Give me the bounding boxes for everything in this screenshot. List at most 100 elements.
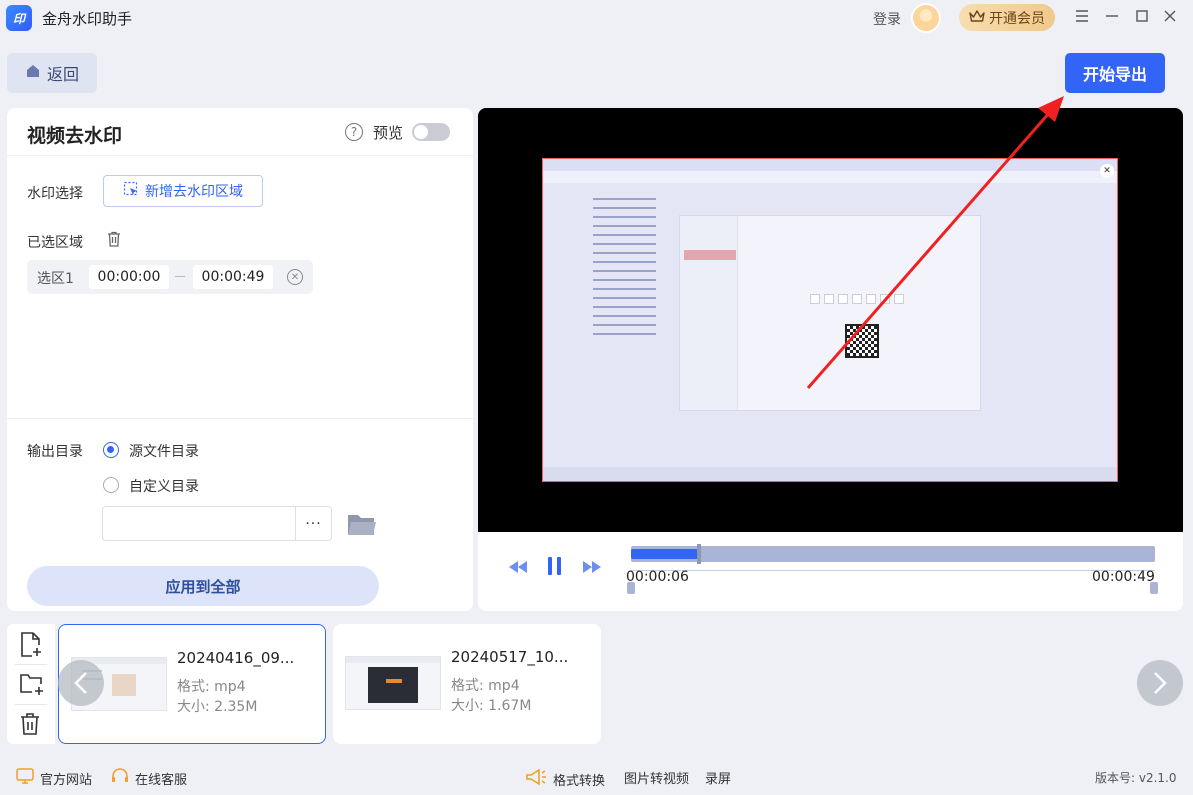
frame-dialog: [679, 215, 981, 411]
frame-taskbar: [543, 467, 1117, 481]
delete-icon[interactable]: [19, 712, 41, 740]
browse-more-button[interactable]: ···: [295, 507, 331, 540]
file-format: 格式: mp4: [451, 678, 520, 694]
source-dir-label: 源文件目录: [129, 444, 199, 460]
vip-button[interactable]: 开通会员: [959, 4, 1055, 31]
maximize-icon[interactable]: [1132, 6, 1152, 26]
divider: [7, 418, 473, 419]
watermark-settings-panel: 视频去水印 ? 预览 水印选择 新增去水印区域 已选区域 选区1 00:00:0…: [7, 108, 473, 611]
preview-toggle[interactable]: [412, 123, 450, 141]
divider: [15, 704, 47, 705]
player-controls: 00:00:06 00:00:49: [478, 532, 1183, 611]
source-dir-radio[interactable]: [103, 442, 119, 458]
range-separator: [175, 276, 185, 277]
add-file-icon[interactable]: [19, 632, 43, 662]
help-icon[interactable]: ?: [345, 123, 363, 141]
back-button-label: 返回: [46, 65, 79, 84]
qr-code-icon: [845, 324, 879, 358]
folder-icon[interactable]: [347, 511, 377, 541]
scroll-left-icon[interactable]: [58, 660, 104, 706]
scroll-right-icon[interactable]: [1137, 660, 1183, 706]
frame-code-row: [810, 294, 904, 304]
online-service-link[interactable]: 在线客服: [111, 768, 187, 788]
add-region-button[interactable]: 新增去水印区域: [103, 175, 263, 207]
timeline-handle[interactable]: [697, 544, 701, 564]
range-end-pin[interactable]: [1150, 582, 1158, 594]
remove-region-icon[interactable]: ✕: [287, 269, 303, 285]
image-to-video-label: 图片转视频: [624, 772, 690, 787]
custom-dir-label: 自定义目录: [129, 479, 199, 495]
version-label: 版本号: v2.1.0: [1095, 771, 1177, 785]
select-region-icon: [123, 181, 139, 201]
file-name: 20240517_10...: [451, 648, 569, 666]
region-name: 选区1: [37, 271, 74, 287]
monitor-icon: [16, 768, 34, 788]
file-card[interactable]: 20240517_10... 格式: mp4 大小: 1.67M: [333, 624, 601, 744]
timeline-base: [631, 570, 1155, 571]
file-list: 20240416_09... 格式: mp4 大小: 2.35M 2024051…: [55, 624, 1183, 744]
add-region-label: 新增去水印区域: [145, 184, 243, 200]
divider: [15, 664, 47, 665]
range-start-pin[interactable]: [627, 582, 635, 594]
divider: [7, 155, 473, 156]
custom-dir-radio[interactable]: [103, 477, 119, 493]
minimize-icon[interactable]: [1102, 6, 1122, 26]
login-link[interactable]: 登录: [873, 9, 901, 29]
file-name: 20240416_09...: [177, 649, 295, 667]
rewind-icon[interactable]: [508, 560, 528, 578]
title-bar: 印 金舟水印助手 登录 开通会员: [0, 0, 1193, 36]
panel-title: 视频去水印: [27, 125, 123, 147]
video-canvas[interactable]: ✕: [478, 108, 1183, 532]
headset-icon: [111, 768, 129, 788]
frame-search-results: [593, 191, 683, 342]
add-folder-icon[interactable]: [19, 672, 45, 700]
format-convert-label: 格式转换: [553, 773, 606, 789]
app-title: 金舟水印助手: [42, 10, 133, 28]
region-row[interactable]: 选区1 00:00:00 00:00:49 ✕: [27, 260, 313, 294]
avatar[interactable]: [911, 3, 941, 33]
apply-all-button[interactable]: 应用到全部: [27, 566, 379, 606]
screen-record-link[interactable]: 录屏: [705, 768, 731, 787]
output-dir-label: 输出目录: [27, 444, 83, 460]
timeline-track[interactable]: [631, 546, 1155, 562]
image-to-video-link[interactable]: 图片转视频: [624, 768, 689, 787]
megaphone-icon: [525, 768, 547, 790]
official-site-label: 官方网站: [40, 772, 93, 788]
frame-dialog-sidebar: [680, 216, 738, 410]
video-preview-panel: ✕ 00:00:06 00:00:49: [478, 108, 1183, 611]
pause-icon[interactable]: [547, 556, 563, 580]
selected-regions-label: 已选区域: [27, 235, 83, 251]
crown-icon: [969, 9, 985, 27]
online-service-label: 在线客服: [135, 772, 188, 788]
fast-forward-icon[interactable]: [582, 560, 602, 578]
home-icon: [25, 63, 41, 83]
menu-icon[interactable]: [1072, 6, 1092, 26]
file-size: 大小: 1.67M: [451, 698, 532, 714]
region-start-time[interactable]: 00:00:00: [89, 265, 169, 289]
format-convert-link[interactable]: 格式转换: [525, 768, 605, 790]
back-button[interactable]: 返回: [7, 53, 97, 93]
total-time: 00:00:49: [1092, 569, 1155, 585]
official-site-link[interactable]: 官方网站: [16, 768, 92, 788]
video-frame: [542, 158, 1118, 482]
region-end-time[interactable]: 00:00:49: [193, 265, 273, 289]
close-region-icon[interactable]: ✕: [1100, 164, 1114, 178]
output-dir-input[interactable]: ···: [102, 506, 332, 541]
trash-icon[interactable]: [107, 231, 121, 251]
file-size: 大小: 2.35M: [177, 699, 258, 715]
vip-button-label: 开通会员: [989, 10, 1045, 27]
current-time: 00:00:06: [626, 569, 689, 585]
watermark-select-label: 水印选择: [27, 186, 83, 202]
export-button[interactable]: 开始导出: [1065, 53, 1165, 93]
app-logo: 印: [6, 5, 32, 31]
preview-label: 预览: [373, 124, 404, 142]
screen-record-label: 录屏: [705, 772, 732, 787]
frame-browser-url: [543, 171, 1117, 183]
frame-browser-tabs: [543, 159, 1117, 171]
file-tools: [7, 624, 55, 744]
close-icon[interactable]: [1160, 6, 1180, 26]
timeline-progress: [631, 549, 699, 559]
file-thumbnail: [345, 656, 441, 710]
frame-sidebar: [547, 189, 583, 439]
file-format: 格式: mp4: [177, 679, 246, 695]
